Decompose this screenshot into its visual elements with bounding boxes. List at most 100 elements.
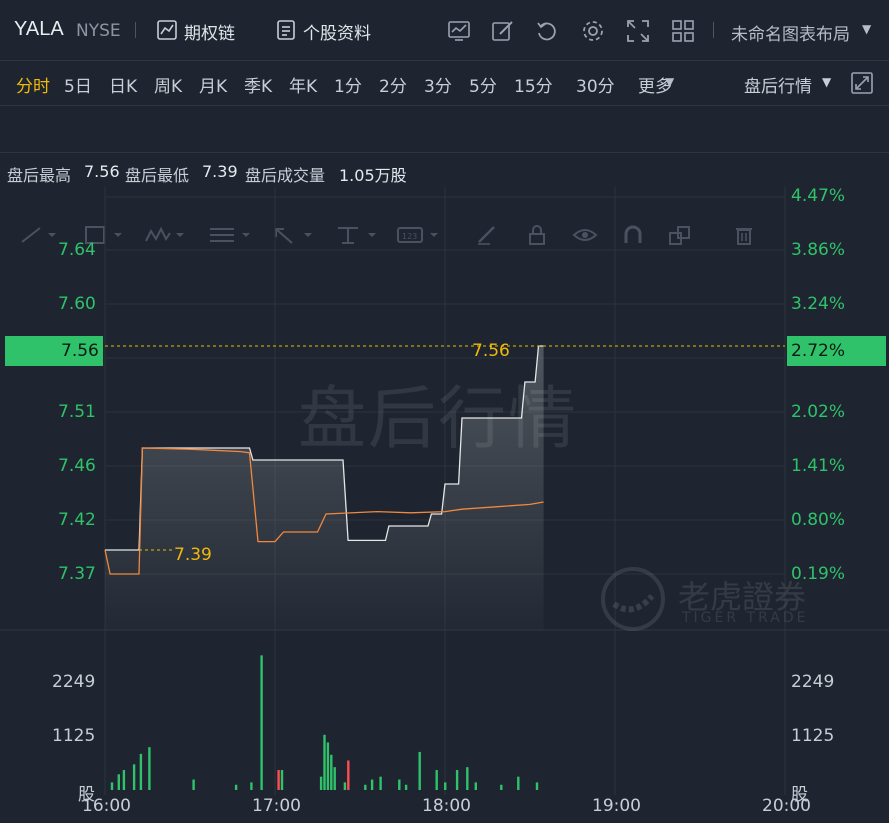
trash-icon[interactable] (734, 225, 754, 245)
volume-bar-18 (347, 760, 350, 790)
chart-layout-select[interactable]: 未命名图表布局 (731, 20, 850, 45)
pct-tick-8: 0.19% (791, 564, 846, 584)
fibonacci-tool-icon[interactable] (208, 225, 256, 245)
low-label: 盘后最低 (125, 166, 190, 185)
draw-edit-icon[interactable] (490, 18, 516, 44)
current-price-badge: 7.56 (5, 336, 103, 366)
pct-tick-5: 2.02% (791, 402, 846, 422)
stock-profile-label: 个股资料 (303, 24, 371, 44)
volume-tick-left-2: 1125 (52, 726, 96, 746)
volume-bar-27 (455, 770, 459, 790)
indicator-icon[interactable] (446, 18, 472, 44)
avg-line (104, 447, 544, 575)
period-tab-6[interactable]: 年K (289, 72, 317, 97)
svg-text:123: 123 (402, 232, 417, 241)
chevron-down-icon[interactable]: ▼ (862, 22, 871, 36)
time-tick-1600: 16:00 (82, 796, 131, 816)
period-tab-0[interactable]: 分时 (16, 72, 50, 97)
pct-tick-3: 3.24% (791, 294, 846, 314)
eye-icon[interactable] (572, 225, 598, 245)
trendline-tool-icon[interactable] (20, 225, 60, 245)
current-price-value: 7.56 (61, 341, 99, 361)
pencil-icon[interactable] (476, 225, 498, 245)
expand-icon[interactable] (849, 70, 875, 96)
current-pct-value: 2.72% (791, 341, 846, 361)
ticker-symbol[interactable]: YALA (14, 18, 64, 41)
period-tab-10[interactable]: 5分 (469, 72, 497, 97)
period-tab-1[interactable]: 5日 (64, 72, 92, 97)
period-tab-3[interactable]: 周K (154, 72, 182, 97)
lock-icon[interactable] (526, 225, 548, 245)
period-tab-8[interactable]: 2分 (379, 72, 407, 97)
period-selector: 分时 5日 日K 周K 月K 季K 年K 1分 2分 3分 5分 15分 30分 更多 ▼ 盘后行情 ▼ (0, 61, 889, 106)
volume-bar-23 (404, 784, 408, 790)
period-tab-12[interactable]: 30分 (576, 72, 615, 97)
arrow-tool-icon[interactable] (272, 225, 316, 245)
volume-bar-1 (117, 774, 120, 790)
volume-bar-14 (326, 742, 330, 790)
low-value: 7.39 (202, 162, 238, 181)
volume-bar-28 (466, 767, 469, 790)
document-icon (277, 20, 295, 40)
volume-bar-22 (398, 779, 401, 790)
gear-icon[interactable] (580, 18, 606, 44)
magnet-icon[interactable] (622, 225, 644, 245)
volume-bar-31 (517, 776, 520, 790)
volume-bar-21 (379, 776, 382, 790)
volume-bar-26 (444, 782, 447, 790)
volume-tick-left-1: 2249 (52, 672, 96, 692)
text-label-tool-icon[interactable]: 123 (396, 225, 444, 245)
time-tick-1800: 18:00 (422, 796, 471, 816)
high-price-marker: 7.56 (472, 341, 510, 361)
volume-bar-12 (319, 776, 323, 790)
period-tab-11[interactable]: 15分 (514, 72, 553, 97)
drawing-toolbar: 123 (0, 106, 889, 245)
pct-tick-2: 3.86% (791, 240, 846, 260)
volume-bar-4 (139, 753, 143, 790)
options-chain-label: 期权链 (184, 24, 235, 44)
price-tick-6: 7.42 (58, 510, 96, 530)
header-divider-2 (713, 22, 714, 38)
volume-bar-8 (250, 782, 253, 790)
volume-bar-10 (277, 770, 280, 790)
pct-tick-7: 0.80% (791, 510, 846, 530)
period-tab-5[interactable]: 季K (244, 72, 272, 97)
fullscreen-icon[interactable] (625, 18, 651, 44)
copy-icon[interactable] (668, 225, 692, 245)
header-divider (135, 22, 136, 38)
high-label: 盘后最高 (7, 166, 72, 185)
volume-bar-29 (474, 782, 477, 790)
high-value: 7.56 (84, 162, 120, 181)
price-tick-7: 7.37 (58, 564, 96, 584)
pct-tick-6: 1.41% (791, 456, 846, 476)
volume-bar-19 (364, 784, 367, 790)
brand-en: TIGER TRADE (682, 610, 809, 626)
volume-bar-15 (330, 754, 333, 790)
period-tab-7[interactable]: 1分 (334, 72, 362, 97)
time-tick-1700: 17:00 (252, 796, 301, 816)
more-chevron-down-icon[interactable]: ▼ (665, 75, 674, 89)
session-select[interactable]: 盘后行情 (744, 72, 812, 97)
measure-tool-icon[interactable] (336, 225, 380, 245)
grid-layout-icon[interactable] (670, 18, 696, 44)
after-hours-summary: 盘后最高 7.56 盘后最低 7.39 盘后成交量 1.05万股 (0, 153, 889, 187)
wave-tool-icon[interactable] (144, 225, 188, 245)
volume-bar-5 (148, 747, 151, 790)
reset-icon[interactable] (534, 18, 560, 44)
session-watermark: 盘后行情 (298, 380, 579, 459)
volume-bar-13 (323, 734, 326, 790)
volume-tick-right-1: 2249 (791, 672, 835, 692)
session-chevron-down-icon[interactable]: ▼ (822, 75, 831, 89)
low-price-marker: 7.39 (174, 545, 212, 565)
volume-bar-2 (122, 770, 126, 790)
volume-bar-7 (234, 784, 238, 790)
volume-bar-20 (370, 779, 374, 790)
period-tab-9[interactable]: 3分 (424, 72, 452, 97)
period-tab-4[interactable]: 月K (199, 72, 227, 97)
volume-value: 1.05万股 (339, 166, 407, 185)
volume-label: 盘后成交量 (245, 166, 326, 185)
period-tab-2[interactable]: 日K (109, 72, 137, 97)
time-tick-2000: 20:00 (762, 796, 811, 816)
current-pct-badge: 2.72% (787, 336, 886, 366)
volume-bar-32 (535, 782, 539, 790)
